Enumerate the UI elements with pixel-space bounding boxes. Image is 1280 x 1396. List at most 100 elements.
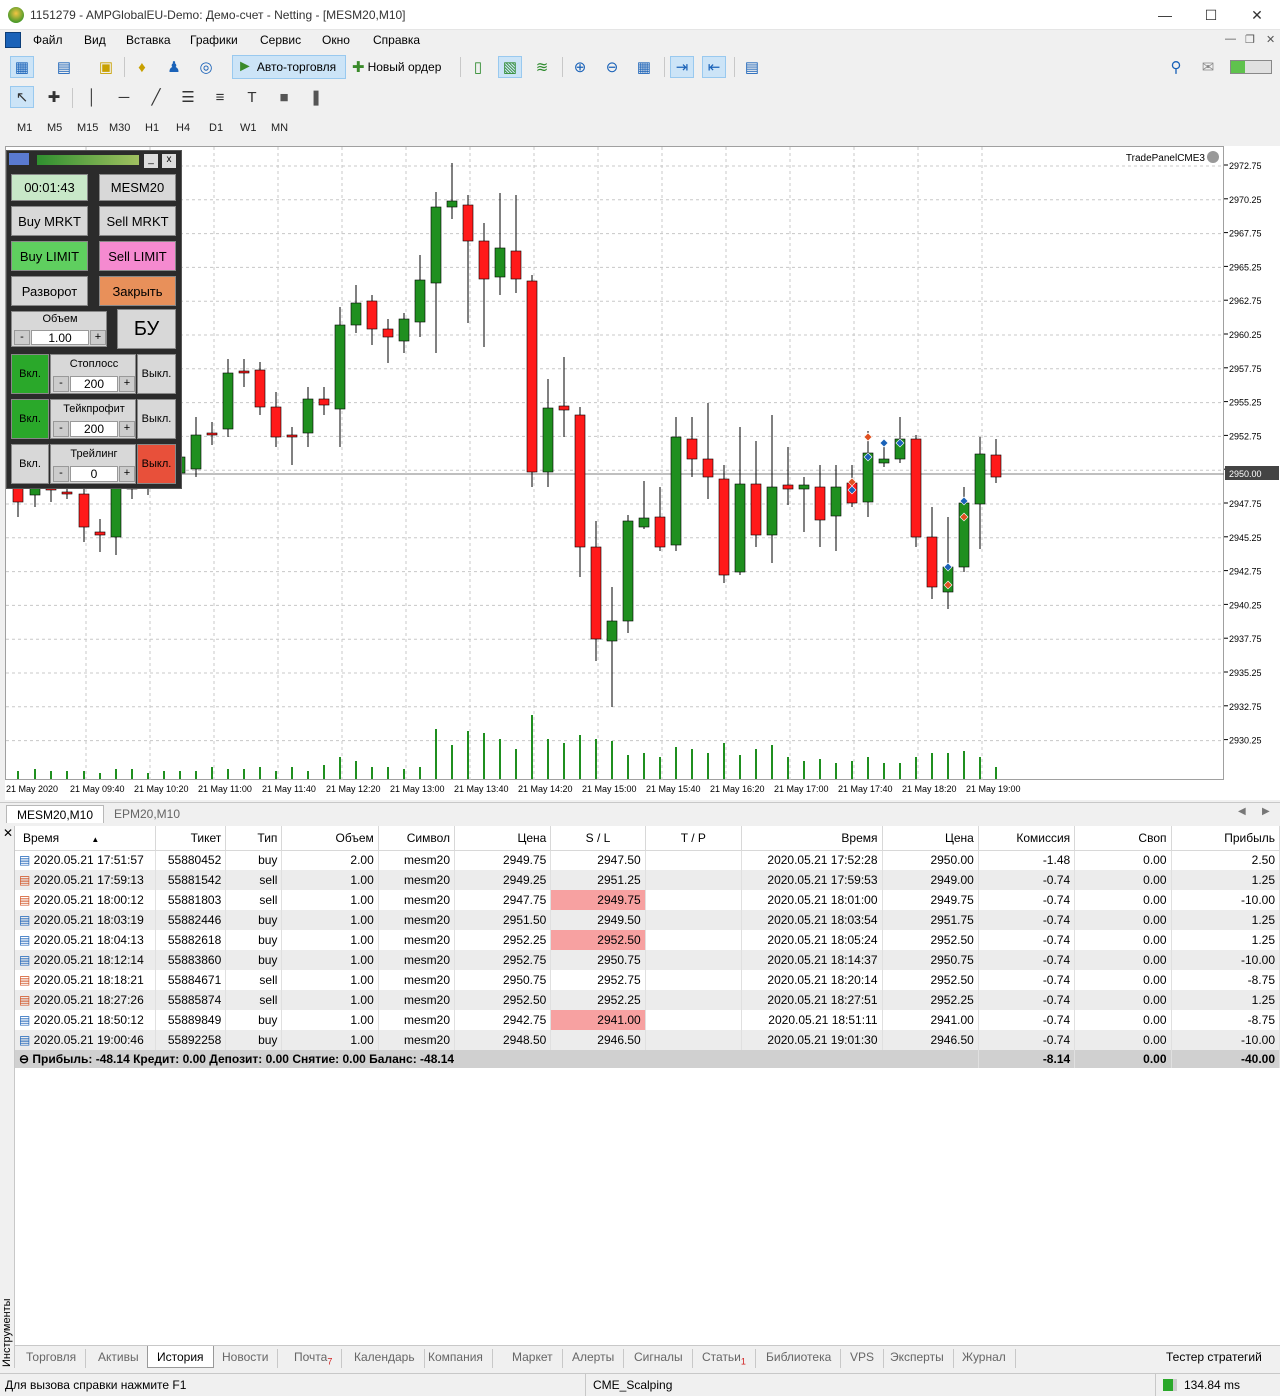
candlestick-icon[interactable]: ▧ (498, 56, 522, 78)
column-header[interactable]: Время (741, 826, 883, 851)
vertical-line-icon[interactable]: │ (80, 86, 104, 108)
volume-plus-button[interactable]: + (90, 330, 106, 345)
tf-mn[interactable]: MN (271, 122, 288, 134)
tab-epm20[interactable]: EPM20,M10 (104, 805, 190, 823)
zoom-in-icon[interactable]: ⊕ (568, 56, 592, 78)
tp-input[interactable]: 200 (70, 421, 118, 437)
buy-market-button[interactable]: Buy MRKT (11, 206, 88, 236)
toolbox-tab[interactable]: Библиотека (757, 1349, 842, 1368)
horizontal-line-icon[interactable]: ─ (112, 86, 136, 108)
maximize-icon[interactable]: ☐ (1188, 0, 1234, 30)
table-row[interactable]: ▤ 2020.05.21 17:51:57 55880452 buy 2.00 mesm… (15, 850, 1280, 870)
text-icon[interactable]: T (240, 86, 264, 108)
toolbox-tab[interactable]: Торговля (17, 1349, 87, 1368)
menu-insert[interactable]: Вставка (126, 33, 171, 47)
tp-off-button[interactable]: Выкл. (137, 399, 176, 439)
autotrading-button[interactable]: ► Авто-торговля (232, 55, 346, 79)
table-row[interactable]: ▤ 2020.05.21 18:18:21 55884671 sell 1.00 mes… (15, 970, 1280, 990)
mdi-restore-icon[interactable]: ❐ (1245, 33, 1255, 46)
signals-icon[interactable]: ◎ (194, 56, 218, 78)
trail-plus-button[interactable]: + (119, 466, 135, 482)
menu-charts[interactable]: Графики (190, 33, 238, 47)
column-header[interactable]: T / P (645, 826, 743, 851)
toolbox-tab[interactable]: Статьи1 (693, 1349, 756, 1368)
toolbox-tab[interactable]: Сигналы (625, 1349, 693, 1368)
collapse-icon[interactable]: ⊖ (19, 1052, 32, 1066)
toolbox-tab[interactable]: Почта7 (285, 1349, 343, 1368)
fibonacci-icon[interactable]: ≡ (208, 86, 232, 108)
new-chart-icon[interactable]: ▦ (10, 56, 34, 78)
market-watch-icon[interactable]: ▣ (94, 56, 118, 78)
column-header[interactable]: Цена (454, 826, 552, 851)
toolbox-tab[interactable]: Маркет (503, 1349, 563, 1368)
table-row[interactable]: ▤ 2020.05.21 18:03:19 55882446 buy 1.00 mesm… (15, 910, 1280, 930)
tf-h4[interactable]: H4 (176, 122, 190, 134)
table-row[interactable]: ▤ 2020.05.21 18:04:13 55882618 buy 1.00 mesm… (15, 930, 1280, 950)
search-icon[interactable]: ⚲ (1164, 56, 1188, 78)
toolbox-tab[interactable]: Эксперты (881, 1349, 954, 1368)
toolbox-tab[interactable]: Компания (419, 1349, 493, 1368)
expert-icon[interactable] (1207, 151, 1219, 163)
label-icon[interactable]: ■ (272, 86, 296, 108)
tp-plus-button[interactable]: + (119, 421, 135, 437)
column-header[interactable]: Тип (225, 826, 283, 851)
column-header[interactable]: Символ (378, 826, 456, 851)
table-row[interactable]: ▤ 2020.05.21 19:00:46 55892258 buy 1.00 mesm… (15, 1030, 1280, 1050)
profiles-icon[interactable]: ▤ (52, 56, 76, 78)
sl-off-button[interactable]: Выкл. (137, 354, 176, 394)
panel-close-button[interactable]: x (162, 154, 176, 168)
price-chart[interactable]: TradePanelCME3 (5, 146, 1225, 781)
tab-mesm20[interactable]: MESM20,M10 (6, 805, 105, 823)
tabs-left-icon[interactable]: ◀ (1238, 806, 1246, 817)
trail-input[interactable]: 0 (70, 466, 118, 482)
table-row[interactable]: ▤ 2020.05.21 18:50:12 55889849 buy 1.00 mesm… (15, 1010, 1280, 1030)
sl-plus-button[interactable]: + (119, 376, 135, 392)
toolbox-tab[interactable]: VPS (841, 1349, 885, 1368)
tabs-right-icon[interactable]: ▶ (1262, 806, 1270, 817)
autoscroll-icon[interactable]: ⇥ (670, 56, 694, 78)
chart-shift-icon[interactable]: ⇤ (702, 56, 726, 78)
table-row[interactable]: ▤ 2020.05.21 18:27:26 55885874 sell 1.00 mes… (15, 990, 1280, 1010)
volume-minus-button[interactable]: - (14, 330, 30, 345)
tf-h1[interactable]: H1 (145, 122, 159, 134)
sl-on-button[interactable]: Вкл. (11, 354, 49, 394)
tf-m30[interactable]: M30 (109, 122, 130, 134)
toolbox-tab[interactable]: Журнал (953, 1349, 1016, 1368)
toolbox-tab[interactable]: Календарь (345, 1349, 425, 1368)
column-header[interactable]: Своп (1074, 826, 1172, 851)
column-header[interactable]: Комиссия (978, 826, 1076, 851)
table-row[interactable]: ▤ 2020.05.21 17:59:13 55881542 sell 1.00 mes… (15, 870, 1280, 890)
tf-m5[interactable]: M5 (47, 122, 62, 134)
trail-on-button[interactable]: Вкл. (11, 444, 49, 484)
navigator-icon[interactable]: ♦ (130, 56, 154, 78)
table-row[interactable]: ▤ 2020.05.21 18:12:14 55883860 buy 1.00 mesm… (15, 950, 1280, 970)
column-header[interactable]: Время ▲ (15, 826, 156, 851)
toolbox-close-icon[interactable]: ✕ (3, 826, 13, 840)
tp-minus-button[interactable]: - (53, 421, 69, 437)
column-header[interactable]: S / L (550, 826, 646, 851)
table-row[interactable]: ▤ 2020.05.21 18:00:12 55881803 sell 1.00 mes… (15, 890, 1280, 910)
sell-limit-button[interactable]: Sell LIMIT (99, 241, 176, 271)
toolbox-tab[interactable]: История (147, 1346, 214, 1368)
equidistant-channel-icon[interactable]: ☰ (176, 86, 200, 108)
tf-m1[interactable]: M1 (17, 122, 32, 134)
mdi-minimize-icon[interactable]: — (1225, 33, 1236, 45)
panel-minimize-button[interactable]: _ (144, 154, 158, 168)
templates-icon[interactable]: ▤ (740, 56, 764, 78)
mdi-close-icon[interactable]: ✕ (1266, 33, 1275, 46)
line-chart-icon[interactable]: ≋ (530, 56, 554, 78)
volume-input[interactable]: 1.00 (31, 330, 89, 345)
sl-input[interactable]: 200 (70, 376, 118, 392)
tp-on-button[interactable]: Вкл. (11, 399, 49, 439)
strategy-tester-tab[interactable]: Тестер стратегий (1166, 1350, 1262, 1364)
cursor-icon[interactable]: ↖ (10, 86, 34, 108)
breakeven-button[interactable]: БУ (117, 309, 176, 349)
menu-window[interactable]: Окно (322, 33, 350, 47)
chart-canvas[interactable] (6, 147, 1225, 781)
shapes-icon[interactable]: ❚ (304, 86, 328, 108)
sl-minus-button[interactable]: - (53, 376, 69, 392)
close-icon[interactable]: ✕ (1234, 0, 1280, 30)
column-header[interactable]: Тикет (155, 826, 227, 851)
buy-limit-button[interactable]: Buy LIMIT (11, 241, 88, 271)
tf-w1[interactable]: W1 (240, 122, 257, 134)
